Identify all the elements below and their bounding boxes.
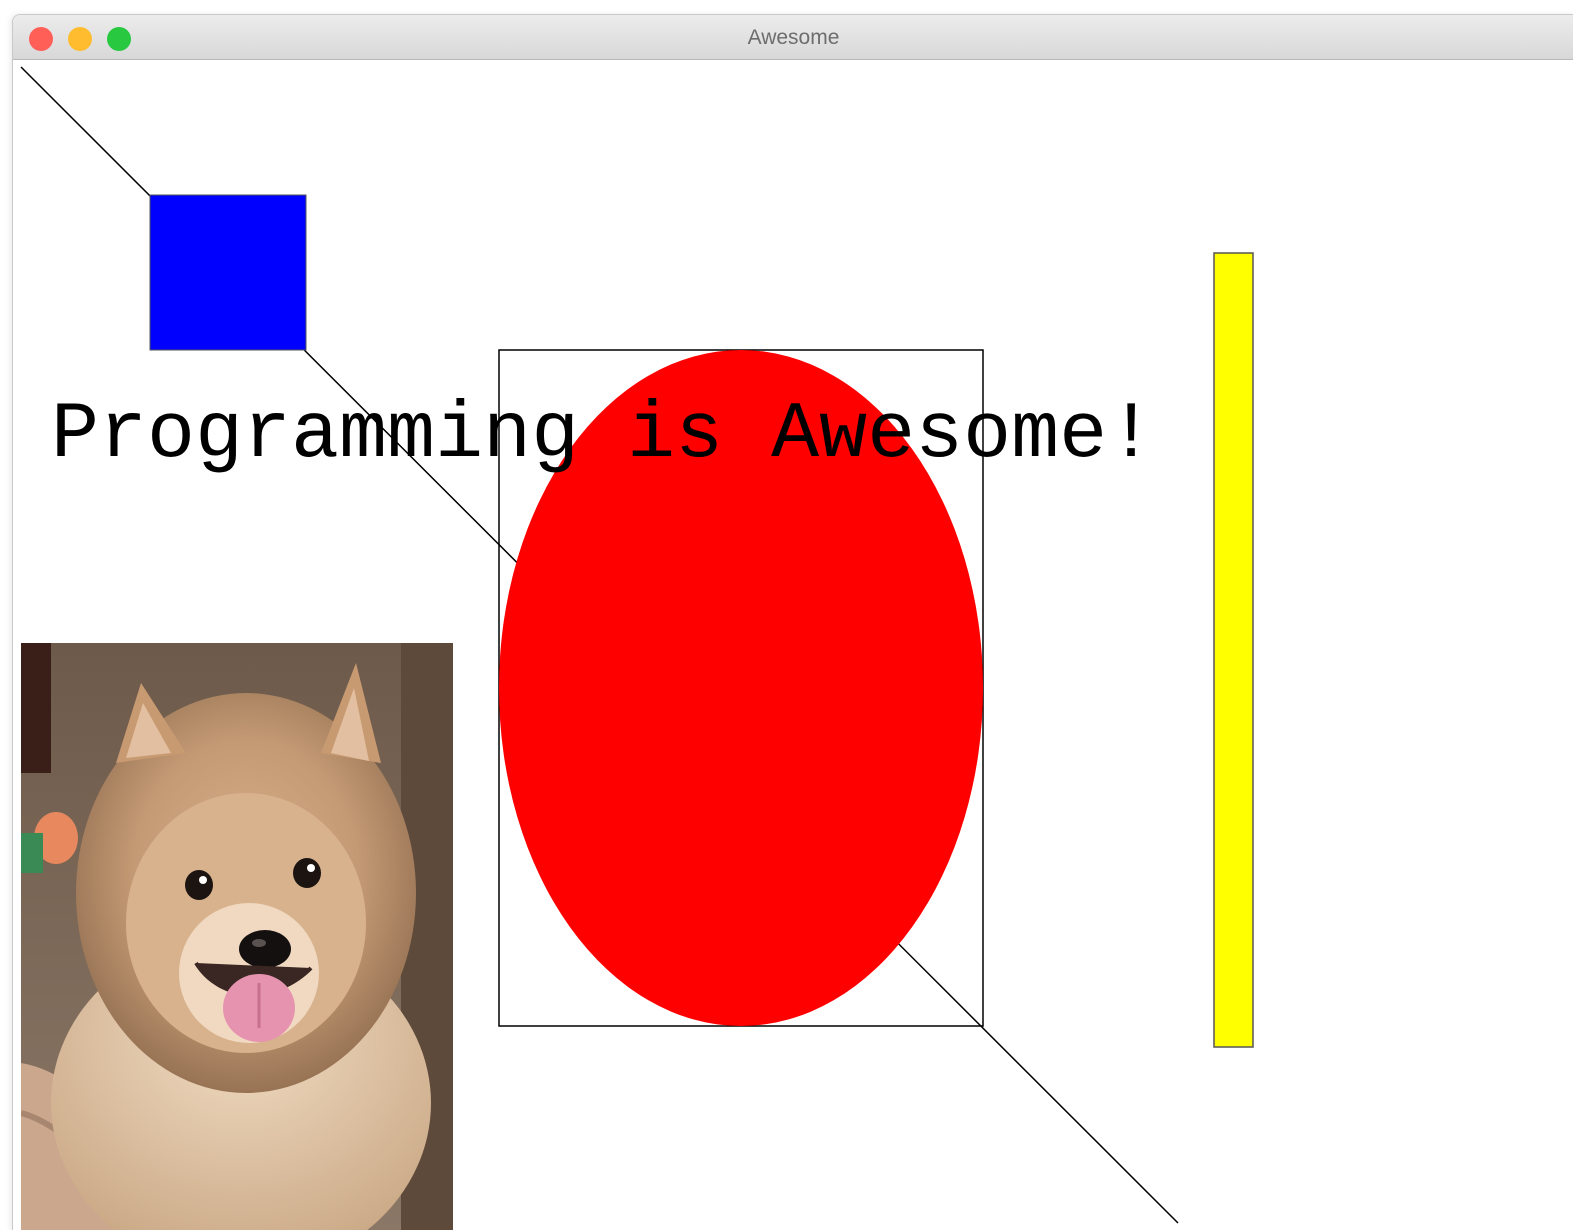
app-window: Awesome Programming is Awesome!	[12, 14, 1573, 1230]
banner-text: Programming is Awesome!	[51, 390, 1156, 481]
drawing-canvas: Programming is Awesome!	[13, 60, 1573, 1230]
yellow-bar	[1213, 252, 1254, 1048]
dog-image	[21, 643, 453, 1230]
blue-square	[149, 194, 307, 351]
screen: Awesome Programming is Awesome!	[0, 0, 1573, 1230]
dog-photo	[21, 643, 453, 1230]
title-bar[interactable]: Awesome	[13, 15, 1573, 60]
window-title: Awesome	[747, 26, 840, 49]
